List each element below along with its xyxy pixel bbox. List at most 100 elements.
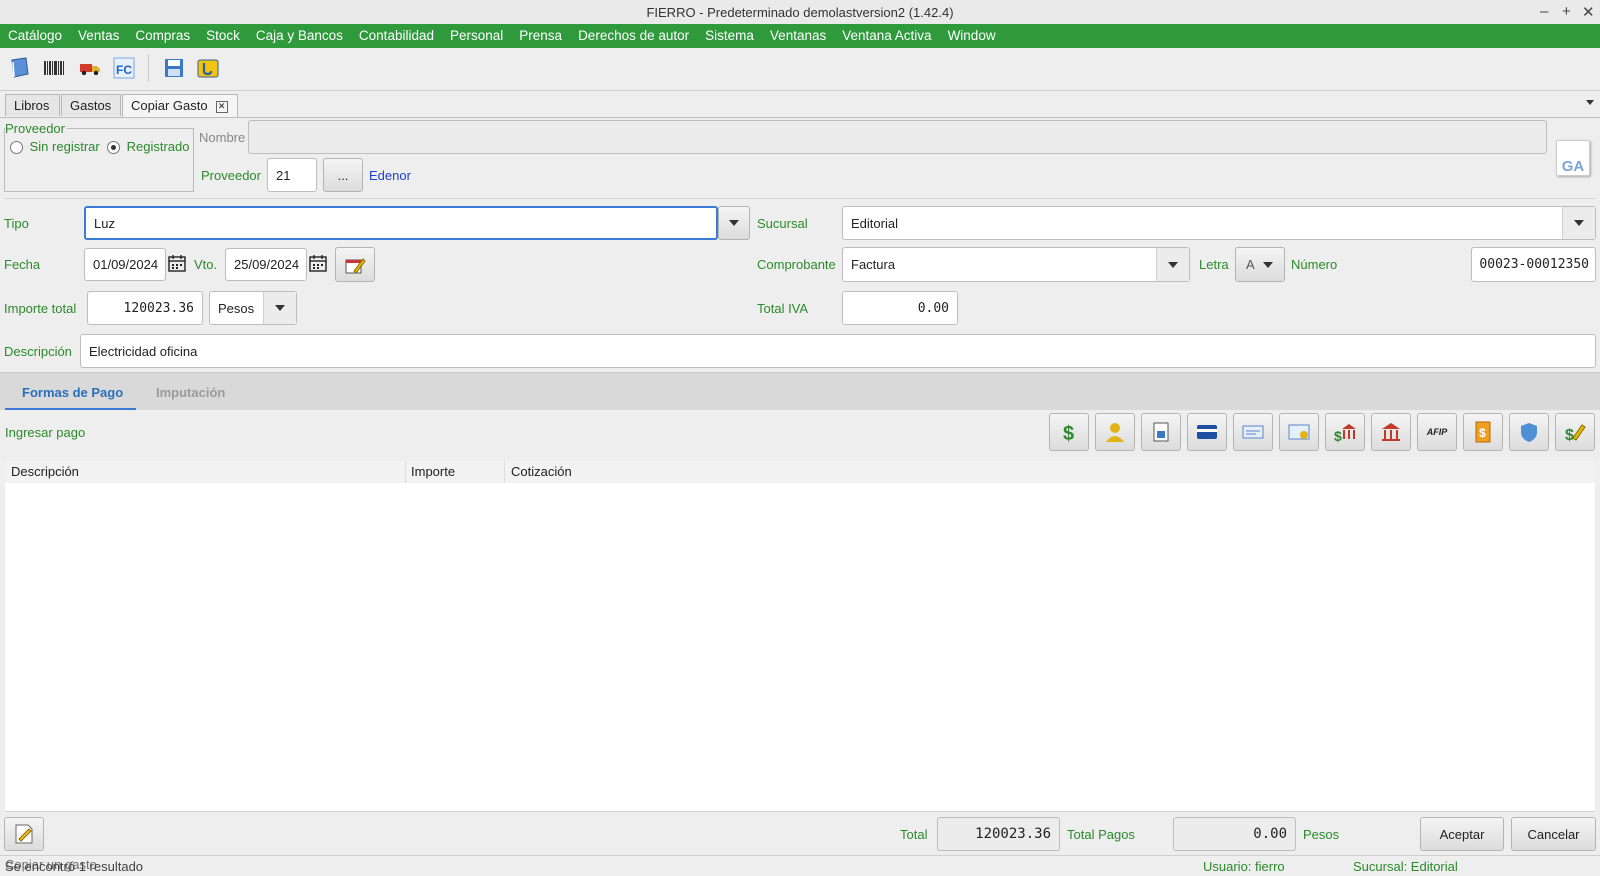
- close-tab-icon[interactable]: ✕: [215, 100, 228, 113]
- bank-transfer-button[interactable]: [1233, 413, 1273, 451]
- tab-imputacion[interactable]: Imputación: [156, 385, 225, 400]
- svg-text:$: $: [1063, 423, 1074, 444]
- fecha-input[interactable]: 01/09/2024: [84, 248, 166, 281]
- menu-ventanas[interactable]: Ventanas: [762, 24, 834, 48]
- calendar-icon[interactable]: [309, 255, 327, 272]
- menu-stock[interactable]: Stock: [198, 24, 248, 48]
- total-pagos-value: 0.00: [1253, 826, 1287, 842]
- card-payment-button[interactable]: [1279, 413, 1319, 451]
- book-icon[interactable]: [8, 56, 32, 80]
- radio-sin-registrar[interactable]: Sin registrar: [10, 139, 100, 155]
- chevron-down-icon: [275, 305, 285, 311]
- col-cotizacion[interactable]: Cotización: [511, 464, 572, 479]
- menu-caja-bancos[interactable]: Caja y Bancos: [248, 24, 351, 48]
- menu-prensa[interactable]: Prensa: [511, 24, 570, 48]
- bank-deposit-button[interactable]: $: [1325, 413, 1365, 451]
- sucursal-dropdown-button[interactable]: [1562, 207, 1595, 239]
- sucursal-value: Editorial: [851, 215, 898, 231]
- truck-icon[interactable]: [78, 56, 102, 80]
- minimize-button[interactable]: –: [1540, 3, 1548, 20]
- letra-value: A: [1246, 257, 1255, 272]
- afip-button[interactable]: AFIP: [1417, 413, 1457, 451]
- menu-ventas[interactable]: Ventas: [70, 24, 127, 48]
- numero-input[interactable]: 00023-00012350: [1471, 247, 1596, 282]
- wallet-icon[interactable]: [196, 56, 220, 80]
- menu-compras[interactable]: Compras: [127, 24, 198, 48]
- afip-icon: AFIP: [1426, 427, 1448, 437]
- tipo-combo[interactable]: Luz: [84, 206, 718, 240]
- proveedor-id-value: 21: [276, 167, 291, 183]
- total-pagos-field: 0.00: [1173, 817, 1296, 851]
- maximize-button[interactable]: +: [1562, 3, 1571, 20]
- tab-gastos[interactable]: Gastos: [61, 94, 121, 116]
- comprobante-dropdown-button[interactable]: [1156, 248, 1189, 281]
- proveedor-name: Edenor: [369, 168, 411, 183]
- proveedor-id-input[interactable]: 21: [267, 158, 317, 192]
- tab-libros[interactable]: Libros: [5, 94, 60, 116]
- payment-edit-button[interactable]: $: [1555, 413, 1595, 451]
- save-icon[interactable]: [162, 56, 186, 80]
- tipo-value: Luz: [94, 215, 115, 231]
- bank-button[interactable]: [1371, 413, 1411, 451]
- menu-ventana-activa[interactable]: Ventana Activa: [834, 24, 939, 48]
- radio-registrado-label: Registrado: [126, 139, 190, 154]
- payments-table-body[interactable]: [5, 483, 1595, 812]
- moneda-dropdown-button[interactable]: [263, 292, 296, 324]
- menu-sistema[interactable]: Sistema: [697, 24, 762, 48]
- document-tabs: Libros Gastos Copiar Gasto ✕: [0, 91, 1600, 118]
- vto-input[interactable]: 25/09/2024: [225, 248, 307, 281]
- status-bar: Se encontró 1 resultado Copiar un gasto …: [0, 855, 1600, 876]
- fecha-label: Fecha: [4, 257, 41, 272]
- barcode-icon[interactable]: [42, 56, 66, 80]
- credit-card-button[interactable]: [1187, 413, 1227, 451]
- voucher-button[interactable]: $: [1463, 413, 1503, 451]
- descripcion-value: Electricidad oficina: [89, 343, 198, 359]
- title-bar: FIERRO - Predeterminado demolastversion2…: [0, 0, 1600, 25]
- radio-registrado[interactable]: Registrado: [107, 139, 190, 155]
- letra-combo[interactable]: A: [1235, 247, 1285, 282]
- menu-contabilidad[interactable]: Contabilidad: [351, 24, 442, 48]
- aceptar-button[interactable]: Aceptar: [1420, 817, 1504, 851]
- col-descripcion[interactable]: Descripción: [11, 464, 79, 479]
- iva-input[interactable]: 0.00: [842, 291, 958, 325]
- vto-label: Vto.: [194, 257, 218, 272]
- importe-label: Importe total: [4, 301, 77, 316]
- tab-copiar-gasto[interactable]: Copiar Gasto ✕: [122, 94, 238, 117]
- tabs-menu-icon[interactable]: [1586, 100, 1594, 105]
- sucursal-combo[interactable]: Editorial: [842, 206, 1596, 240]
- note-button[interactable]: [4, 817, 44, 851]
- shield-button[interactable]: [1509, 413, 1549, 451]
- note-icon: [15, 824, 33, 844]
- iva-label: Total IVA: [757, 301, 809, 316]
- radio-registrado-circle[interactable]: [107, 141, 120, 155]
- chevron-down-icon: [1168, 261, 1178, 268]
- menu-derechos-autor[interactable]: Derechos de autor: [570, 24, 697, 48]
- menu-catalogo[interactable]: Catálogo: [0, 24, 70, 48]
- radio-sin-registrar-circle[interactable]: [10, 141, 23, 155]
- numero-value: 00023-00012350: [1479, 257, 1589, 272]
- total-field: 120023.36: [937, 817, 1060, 851]
- comprobante-combo[interactable]: Factura: [842, 247, 1190, 282]
- cancelar-button[interactable]: Cancelar: [1511, 817, 1596, 851]
- checks-button[interactable]: [1141, 413, 1181, 451]
- ingresar-pago-label: Ingresar pago: [5, 425, 86, 440]
- calendar-edit-button[interactable]: [335, 247, 375, 282]
- chevron-down-icon: [729, 220, 739, 226]
- close-window-button[interactable]: ✕: [1582, 3, 1595, 21]
- toolbar: FC: [0, 48, 1600, 91]
- cash-button[interactable]: $: [1049, 413, 1089, 451]
- descripcion-input[interactable]: Electricidad oficina: [80, 334, 1596, 368]
- fc-icon[interactable]: FC: [112, 56, 136, 80]
- comprobante-value: Factura: [851, 257, 896, 272]
- col-importe[interactable]: Importe: [411, 464, 455, 479]
- calendar-icon[interactable]: [168, 255, 186, 272]
- tab-formas-de-pago[interactable]: Formas de Pago: [22, 385, 123, 400]
- importe-input[interactable]: 120023.36: [87, 291, 203, 325]
- tipo-dropdown-button[interactable]: [718, 206, 750, 240]
- total-label: Total: [900, 827, 928, 842]
- menu-personal[interactable]: Personal: [442, 24, 511, 48]
- moneda-combo[interactable]: Pesos: [209, 291, 297, 325]
- person-button[interactable]: [1095, 413, 1135, 451]
- menu-window[interactable]: Window: [940, 24, 1004, 48]
- proveedor-lookup-button[interactable]: ...: [323, 158, 363, 192]
